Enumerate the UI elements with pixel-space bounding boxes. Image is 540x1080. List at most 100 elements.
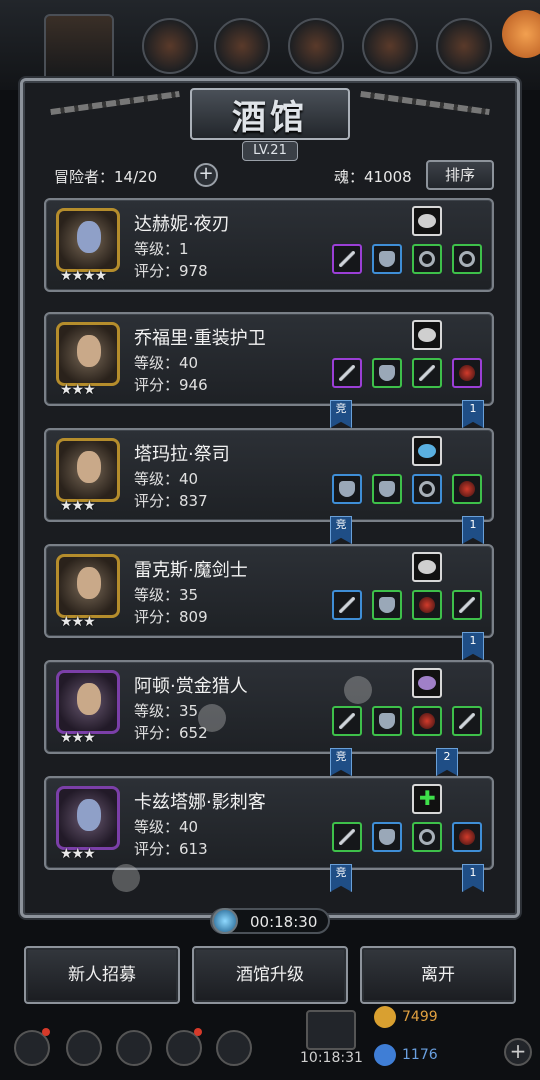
weapon-icon[interactable] [332,244,362,274]
ring-icon[interactable] [412,822,442,852]
item-slot-icon[interactable] [436,18,492,74]
armor-icon[interactable] [372,244,402,274]
menu-icon[interactable] [66,1030,102,1066]
gauntlet-icon[interactable] [412,358,442,388]
item-slot-icon[interactable] [362,18,418,74]
panel-title: 酒馆 [232,97,308,138]
hero-score: 评分：809 [134,608,208,626]
item-slot-icon[interactable] [214,18,270,74]
class-icon [412,668,442,698]
star-rating: ★★★ [60,382,96,398]
armor-icon[interactable] [372,590,402,620]
gold-value: 7499 [402,1009,438,1025]
trinket-icon[interactable] [452,474,482,504]
hero-score: 评分：652 [134,724,208,742]
hero-card[interactable]: ★★★ 塔玛拉·祭司 等级：40 评分：837 竞 1 [44,428,494,544]
add-resource-icon[interactable]: + [504,1038,532,1066]
trinket-icon[interactable] [412,706,442,736]
notification-dot [194,1028,202,1036]
trinket-icon[interactable] [452,822,482,852]
gem-icon [374,1044,396,1066]
gauntlet-icon[interactable] [452,706,482,736]
title-plate: 酒馆 [190,88,350,140]
gem-amount: 1176 [374,1044,438,1066]
gold-amount: 7499 [374,1006,438,1028]
hero-level: 等级：40 [134,354,199,372]
hero-name: 乔福里·重装护卫 [134,328,266,349]
hero-level: 等级：35 [134,702,199,720]
hero-card[interactable]: ★★★ 雷克斯·魔剑士 等级：35 评分：809 1 [44,544,494,660]
armor-icon[interactable] [372,706,402,736]
item-slot-icon[interactable] [142,18,198,74]
trinket-icon[interactable] [412,590,442,620]
hero-level: 等级：40 [134,818,199,836]
hero-portrait[interactable] [56,438,120,502]
leave-button[interactable]: 离开 [360,946,516,1004]
item-slot-icon[interactable] [288,18,344,74]
weapon-icon[interactable] [332,706,362,736]
gem-value: 1176 [402,1047,438,1063]
tavern-header: 冒险者：14/20 + 魂：41008 排序 [54,160,494,190]
gauntlet-icon[interactable] [452,590,482,620]
ring-icon[interactable] [412,244,442,274]
adventurer-count: 冒险者：14/20 [54,168,158,186]
hero-card[interactable]: ★★★ 阿顿·赏金猎人 等级：35 评分：652 竞 2 [44,660,494,776]
hero-card[interactable]: ★★★★ 达赫妮·夜刃 等级：1 评分：978 [44,198,494,292]
class-icon [412,436,442,466]
class-icon [412,320,442,350]
ring-icon[interactable] [452,244,482,274]
weapon-slot-icon[interactable] [44,14,114,84]
class-icon [412,552,442,582]
event-icon[interactable] [502,10,540,58]
hero-card[interactable]: ★★★ 卡兹塔娜·影刺客 等级：40 评分：613 ✚ 竞 1 [44,776,494,892]
touch-indicator [344,676,372,704]
touch-indicator [112,864,140,892]
hero-portrait[interactable] [56,208,120,272]
hero-name: 塔玛拉·祭司 [134,444,230,465]
hero-score: 评分：837 [134,492,208,510]
weapon-icon[interactable] [332,822,362,852]
add-adventurer-button[interactable]: + [194,163,218,187]
hero-name: 雷克斯·魔剑士 [134,560,248,581]
hero-portrait[interactable] [56,786,120,850]
upgrade-tavern-button[interactable]: 酒馆升级 [192,946,348,1004]
top-resource-strip: 5 8 388 11 [0,0,540,90]
hero-card[interactable]: ★★★ 乔福里·重装护卫 等级：40 评分：946 竞 1 [44,312,494,428]
hero-score: 评分：946 [134,376,208,394]
weapon-icon[interactable] [332,474,362,504]
hero-level: 等级：35 [134,586,199,604]
weapon-icon[interactable] [332,590,362,620]
hero-portrait[interactable] [56,670,120,734]
gift-icon[interactable] [306,1010,356,1050]
class-icon [412,206,442,236]
trinket-icon[interactable] [452,358,482,388]
clock-text: 10:18:31 [300,1050,363,1066]
sort-button[interactable]: 排序 [426,160,494,190]
star-rating: ★★★ [60,846,96,862]
hero-portrait[interactable] [56,322,120,386]
recruit-button[interactable]: 新人招募 [24,946,180,1004]
star-rating: ★★★★ [60,268,107,284]
armor-icon[interactable] [372,474,402,504]
hero-level: 等级：1 [134,240,189,258]
menu-icon[interactable] [116,1030,152,1066]
armor-icon[interactable] [372,822,402,852]
tavern-level-badge: LV.21 [242,141,298,161]
weapon-icon[interactable] [332,358,362,388]
clock-icon [212,908,238,934]
hero-level: 等级：40 [134,470,199,488]
hero-name: 卡兹塔娜·影刺客 [134,792,266,813]
star-rating: ★★★ [60,498,96,514]
star-rating: ★★★ [60,614,96,630]
ring-icon[interactable] [412,474,442,504]
armor-icon[interactable] [372,358,402,388]
hero-portrait[interactable] [56,554,120,618]
refresh-timer: 00:18:30 [210,908,330,934]
hero-name: 达赫妮·夜刃 [134,214,230,235]
class-icon: ✚ [412,784,442,814]
timer-text: 00:18:30 [250,913,318,931]
gold-icon [374,1006,396,1028]
menu-icon[interactable] [216,1030,252,1066]
hero-name: 阿顿·赏金猎人 [134,676,248,697]
touch-indicator [198,704,226,732]
